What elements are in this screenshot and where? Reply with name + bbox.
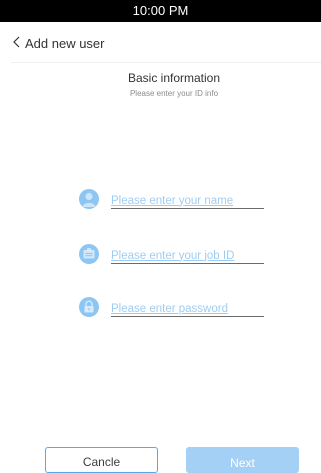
lock-icon	[79, 297, 99, 317]
status-time: 10:00 PM	[132, 3, 189, 18]
section-subtitle: Please enter your ID info	[129, 89, 219, 98]
name-field[interactable]	[111, 193, 264, 209]
next-button[interactable]: Next	[186, 447, 299, 473]
password-field[interactable]	[111, 301, 264, 317]
password-field-row	[79, 297, 269, 319]
person-icon	[79, 189, 99, 209]
page-title: Add new user	[25, 36, 105, 51]
header-divider	[11, 62, 321, 63]
nav-bar: Add new user	[0, 22, 321, 62]
cancel-button[interactable]: Cancle	[45, 447, 158, 473]
status-bar: 10:00 PM	[0, 0, 321, 22]
badge-icon	[79, 244, 99, 264]
job-id-field-row	[79, 244, 269, 266]
name-field-row	[79, 189, 269, 211]
section-title: Basic information	[127, 71, 221, 85]
job-id-field[interactable]	[111, 248, 264, 264]
chevron-left-icon[interactable]	[11, 35, 23, 49]
